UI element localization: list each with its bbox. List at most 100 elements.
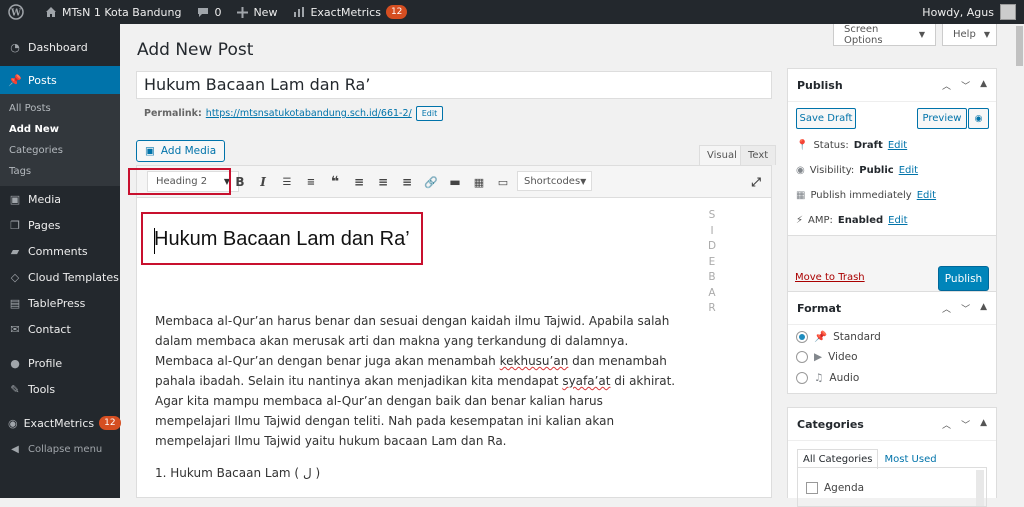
svg-text:W: W <box>10 9 22 19</box>
chevron-down-icon[interactable]: ﹀ <box>961 79 970 92</box>
triangle-up-icon[interactable]: ▲ <box>980 302 987 315</box>
sidebar-letter: E <box>708 255 716 268</box>
screen-options-button[interactable]: Screen Options ▼ <box>833 24 936 46</box>
visibility-edit-link[interactable]: Edit <box>899 165 918 176</box>
format-select[interactable]: Heading 2 ▼ <box>147 171 239 192</box>
collapse-menu-button[interactable]: ◀ Collapse menu <box>0 436 120 462</box>
menu-tools[interactable]: ✎ Tools <box>0 376 120 402</box>
read-more-icon[interactable]: ▬ <box>448 175 462 189</box>
format-select-value: Heading 2 <box>156 176 208 187</box>
tab-visual[interactable]: Visual <box>699 145 745 165</box>
chevron-down-icon[interactable]: ﹀ <box>961 418 970 431</box>
align-right-icon[interactable]: ≡ <box>400 175 414 189</box>
menu-posts[interactable]: 📌 Posts <box>0 66 120 94</box>
radio-selected[interactable] <box>796 330 808 343</box>
comments-link[interactable]: 0 <box>189 0 229 24</box>
wordpress-logo-icon[interactable]: W <box>0 0 37 24</box>
site-name-link[interactable]: MTsN 1 Kota Bandung <box>37 0 189 24</box>
permalink-url[interactable]: https://mtsnsatukotabandung.sch.id/661-2… <box>206 108 412 119</box>
menu-label: ExactMetrics <box>23 416 95 430</box>
menu-profile[interactable]: ● Profile <box>0 350 120 376</box>
publish-box: Publish ︿ ﹀ ▲ Save Draft Preview ◉ 📍 Statu… <box>787 68 997 295</box>
post-title-input[interactable]: Hukum Bacaan Lam dan Ra’ <box>136 71 772 99</box>
content-heading: Hukum Bacaan Lam dan Ra’ <box>154 228 410 250</box>
chevron-down-icon[interactable]: ﹀ <box>961 302 970 315</box>
category-item[interactable]: Agenda <box>806 482 864 494</box>
amp-edit-link[interactable]: Edit <box>888 215 907 226</box>
schedule-edit-link[interactable]: Edit <box>917 190 936 201</box>
triangle-up-icon[interactable]: ▲ <box>980 79 987 92</box>
menu-contact[interactable]: ✉ Contact <box>0 316 120 342</box>
category-scrollbar[interactable] <box>976 470 984 506</box>
chevron-up-icon[interactable]: ︿ <box>942 79 951 92</box>
box-controls[interactable]: ︿ ﹀ ▲ <box>942 302 987 315</box>
permalink-edit-button[interactable]: Edit <box>415 106 444 121</box>
radio[interactable] <box>796 372 808 384</box>
shortcodes-select[interactable]: Shortcodes ▼ <box>517 171 592 191</box>
blockquote-icon[interactable]: ❝ <box>328 174 342 190</box>
bullet-list-icon[interactable]: ☰ <box>280 175 294 189</box>
help-button[interactable]: Help ▼ <box>942 24 997 46</box>
submenu-categories[interactable]: Categories <box>0 140 120 161</box>
page-scrollbar[interactable] <box>1014 24 1024 498</box>
menu-pages[interactable]: ❐ Pages <box>0 212 120 238</box>
tab-all-categories[interactable]: All Categories <box>797 449 879 469</box>
publish-button[interactable]: Publish <box>938 266 989 291</box>
home-icon <box>46 7 56 17</box>
editor-content[interactable]: Hukum Bacaan Lam dan Ra’ S I D E B A R M… <box>136 198 772 498</box>
preview-button[interactable]: Preview <box>917 108 967 129</box>
format-option-label: Standard <box>833 330 881 343</box>
content-list-item: 1. Hukum Bacaan Lam ( ل ) <box>155 466 321 480</box>
comment-icon <box>198 8 209 17</box>
format-box-header: Format ︿ ﹀ ▲ <box>788 292 996 325</box>
scrollbar-thumb[interactable] <box>1016 26 1023 66</box>
format-option-standard[interactable]: 📌 Standard <box>796 330 881 343</box>
link-icon[interactable]: 🔗 <box>424 175 438 189</box>
format-option-audio[interactable]: ♫ Audio <box>796 372 859 384</box>
status-edit-link[interactable]: Edit <box>888 140 907 151</box>
tab-most-used[interactable]: Most Used <box>878 449 942 469</box>
chevron-up-icon[interactable]: ︿ <box>942 302 951 315</box>
align-left-icon[interactable]: ≡ <box>352 175 366 189</box>
submenu-all-posts[interactable]: All Posts <box>0 98 120 119</box>
category-label: Agenda <box>824 482 865 494</box>
box-controls[interactable]: ︿ ﹀ ▲ <box>942 418 987 431</box>
italic-icon[interactable]: I <box>256 175 270 189</box>
toolbar-toggle-icon[interactable]: ▦ <box>472 175 486 189</box>
radio[interactable] <box>796 351 808 363</box>
menu-cloud-templates[interactable]: ◇ Cloud Templates <box>0 264 120 290</box>
status-label: Status: <box>813 140 849 151</box>
format-option-video[interactable]: ▶ Video <box>796 351 858 363</box>
submenu-add-new[interactable]: Add New <box>0 119 120 140</box>
menu-media[interactable]: ▣ Media <box>0 186 120 212</box>
menu-label: Profile <box>28 356 63 370</box>
menu-dashboard[interactable]: ◔ Dashboard <box>0 34 120 60</box>
triangle-up-icon[interactable]: ▲ <box>980 418 987 431</box>
submenu-tags[interactable]: Tags <box>0 161 120 182</box>
user-menu[interactable]: Howdy, Agus <box>922 0 1016 24</box>
numbered-list-icon[interactable]: ≡ <box>304 175 318 189</box>
checkbox[interactable] <box>806 482 818 494</box>
exactmetrics-badge: 12 <box>385 5 408 19</box>
menu-exactmetrics[interactable]: ◉ ExactMetrics 12 <box>0 410 121 436</box>
save-draft-button[interactable]: Save Draft <box>796 108 856 129</box>
tab-text[interactable]: Text <box>740 145 777 165</box>
publish-box-header: Publish ︿ ﹀ ▲ <box>788 69 996 102</box>
bold-icon[interactable]: B <box>233 175 247 189</box>
new-content-link[interactable]: New <box>229 0 285 24</box>
box-controls[interactable]: ︿ ﹀ ▲ <box>942 79 987 92</box>
menu-tablepress[interactable]: ▤ TablePress <box>0 290 120 316</box>
exactmetrics-link[interactable]: ExactMetrics 12 <box>285 0 415 24</box>
menu-label: Collapse menu <box>28 443 103 455</box>
menu-comments[interactable]: ▰ Comments <box>0 238 120 264</box>
form-icon[interactable]: ▭ <box>496 175 510 189</box>
add-media-button[interactable]: ▣ Add Media <box>136 140 226 162</box>
preview-options-button[interactable]: ◉ <box>968 108 989 129</box>
visibility-row: ◉ Visibility: Public Edit <box>796 165 918 176</box>
chevron-up-icon[interactable]: ︿ <box>942 418 951 431</box>
publish-box-title: Publish <box>797 78 843 92</box>
move-to-trash-link[interactable]: Move to Trash <box>795 272 865 283</box>
fullscreen-icon[interactable]: ⤢ <box>749 175 763 189</box>
align-center-icon[interactable]: ≡ <box>376 175 390 189</box>
menu-label: Dashboard <box>28 40 88 54</box>
